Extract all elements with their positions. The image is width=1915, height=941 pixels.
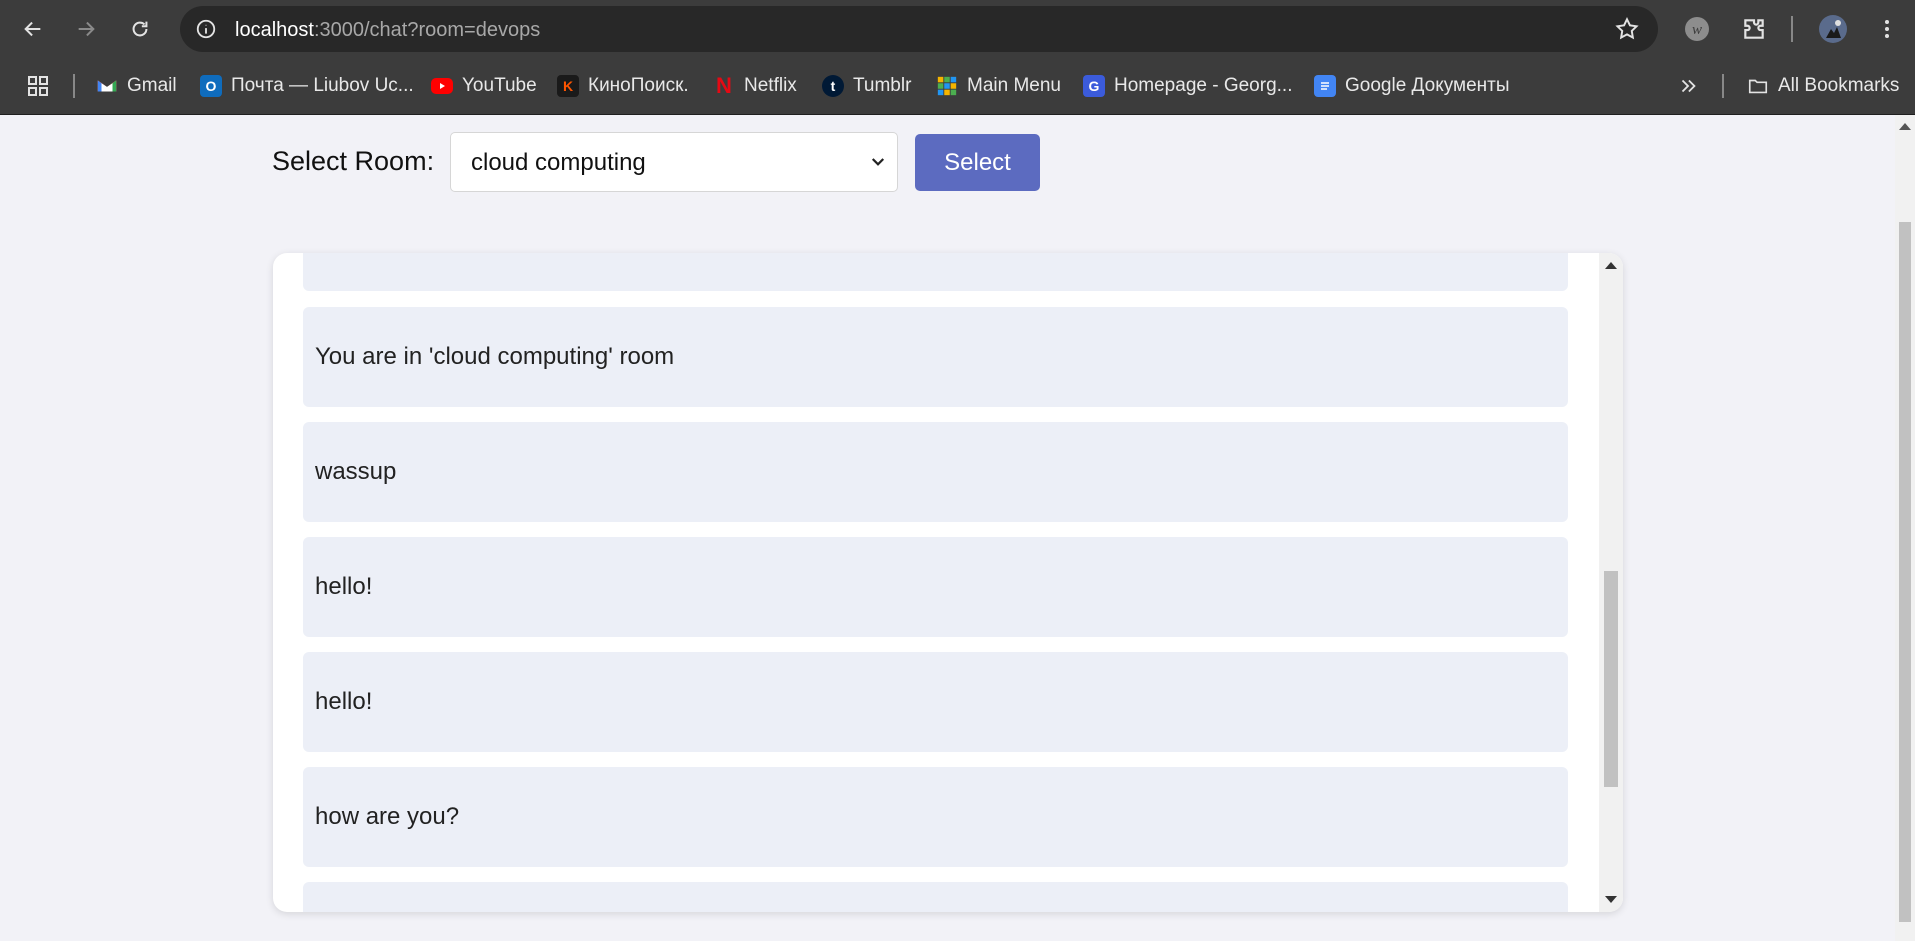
grid-icon (936, 75, 958, 97)
reload-icon (132, 21, 148, 37)
toolbar-divider (1791, 16, 1793, 42)
bookmark-label: Tumblr (853, 75, 912, 96)
profile-avatar[interactable] (1816, 12, 1850, 46)
url-path: :3000/chat?room=devops (313, 19, 541, 41)
all-bookmarks-button[interactable]: All Bookmarks (1747, 72, 1899, 100)
bookmark-label: Main Menu (967, 75, 1061, 96)
gmail-icon (96, 75, 118, 97)
bookmark-label: Google Документы (1345, 75, 1510, 96)
kinopoisk-icon: K (557, 75, 579, 97)
bookmark-label: Netflix (744, 75, 797, 96)
page-scrollbar[interactable] (1895, 115, 1915, 941)
bookmarks-bar: Gmail O Почта — Liubov Uc... YouTube K К… (0, 58, 1915, 115)
browser-toolbar: localhost:3000/chat?room=devops w (0, 0, 1915, 58)
site-info-icon[interactable] (192, 15, 220, 43)
reload-button[interactable] (122, 11, 158, 47)
select-room-button[interactable]: Select (915, 134, 1040, 191)
tumblr-icon: t (822, 75, 844, 97)
chat-messages-panel[interactable]: You are in 'cloud computing' room wassup… (273, 253, 1623, 912)
forward-button[interactable] (68, 11, 104, 47)
google-docs-icon (1314, 75, 1336, 97)
chat-scrollbar[interactable] (1599, 253, 1623, 912)
bookmark-youtube[interactable]: YouTube (431, 72, 537, 100)
address-bar[interactable]: localhost:3000/chat?room=devops (180, 6, 1658, 52)
menu-kebab-icon[interactable] (1870, 12, 1904, 46)
back-button[interactable] (15, 11, 51, 47)
bookmark-label: Gmail (127, 75, 177, 96)
room-select-value: cloud computing (471, 149, 646, 176)
bookmark-star-icon[interactable] (1614, 16, 1640, 42)
message-item: hello! (303, 652, 1568, 752)
bookmarks-divider (73, 74, 75, 98)
bookmark-main-menu[interactable]: Main Menu (936, 72, 1061, 100)
netflix-icon: N (716, 73, 732, 98)
message-item: You are in 'cloud computing' room (303, 307, 1568, 407)
youtube-icon (431, 78, 453, 94)
more-bookmarks-chevron-icon[interactable] (1677, 72, 1699, 100)
message-item (303, 253, 1568, 291)
room-select[interactable]: cloud computing (450, 132, 898, 192)
bookmark-kinopoisk[interactable]: K КиноПоиск. (557, 72, 689, 100)
back-arrow-icon (24, 21, 41, 37)
bookmark-gmail[interactable]: Gmail (96, 72, 177, 100)
svg-text:w: w (1692, 22, 1702, 38)
bookmark-label: YouTube (462, 75, 537, 96)
message-item (303, 882, 1568, 912)
bookmark-netflix[interactable]: N Netflix (713, 72, 797, 100)
bookmark-outlook[interactable]: O Почта — Liubov Uc... (200, 72, 414, 100)
chevron-down-icon (871, 158, 885, 166)
outlook-icon: O (200, 75, 222, 97)
all-bookmarks-label: All Bookmarks (1778, 75, 1900, 96)
message-item: how are you? (303, 767, 1568, 867)
select-room-label: Select Room: (272, 146, 435, 176)
url-text[interactable]: localhost:3000/chat?room=devops (235, 19, 540, 42)
scroll-up-arrow-icon[interactable] (1899, 123, 1911, 130)
bookmark-homepage[interactable]: G Homepage - Georg... (1083, 72, 1292, 100)
extension-w-icon[interactable]: w (1680, 12, 1714, 46)
chat-scroll-up-arrow-icon[interactable] (1605, 262, 1617, 269)
bookmark-tumblr[interactable]: t Tumblr (822, 72, 911, 100)
chat-scrollbar-thumb[interactable] (1604, 571, 1618, 787)
bookmark-google-docs[interactable]: Google Документы (1314, 72, 1510, 100)
folder-icon (1747, 75, 1769, 97)
bookmark-label: Homepage - Georg... (1114, 75, 1293, 96)
apps-grid-icon[interactable] (26, 72, 50, 100)
message-item: wassup (303, 422, 1568, 522)
page-scrollbar-thumb[interactable] (1899, 222, 1911, 922)
bookmarks-divider (1722, 74, 1724, 98)
extensions-puzzle-icon[interactable] (1737, 12, 1771, 46)
message-item: hello! (303, 537, 1568, 637)
bookmark-label: Почта — Liubov Uc... (231, 75, 414, 96)
chat-scroll-down-arrow-icon[interactable] (1605, 896, 1617, 903)
forward-arrow-icon (78, 21, 95, 37)
homepage-icon: G (1083, 75, 1105, 97)
bookmark-label: КиноПоиск. (588, 75, 689, 96)
url-host: localhost (235, 19, 314, 41)
